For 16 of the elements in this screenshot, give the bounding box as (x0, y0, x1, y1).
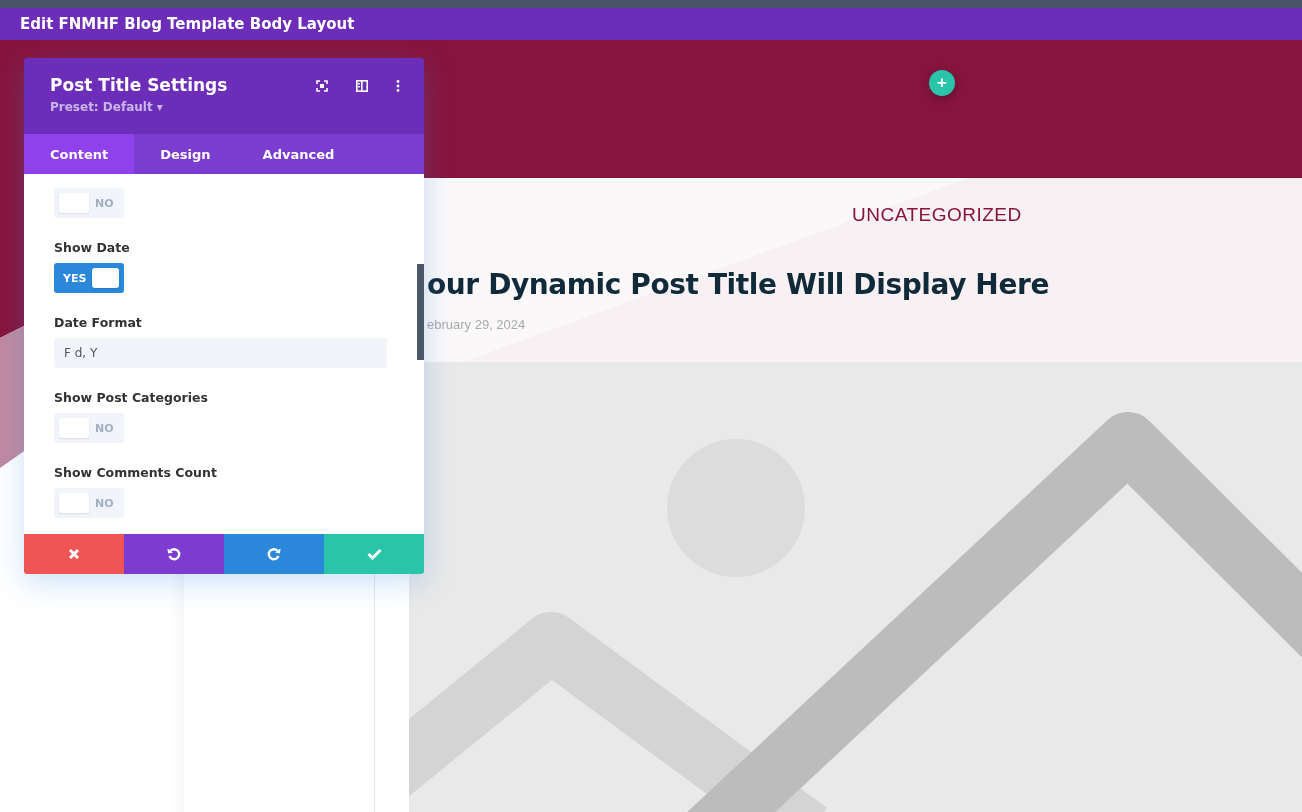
preset-dropdown[interactable]: Preset: Default ▾ (50, 100, 163, 114)
field-label: Show Date (54, 240, 130, 255)
post-category: UNCATEGORIZED (852, 204, 1022, 226)
panel-tab[interactable]: Advanced (236, 134, 361, 174)
panel-tab[interactable]: Design (134, 134, 237, 174)
post-title: our Dynamic Post Title Will Display Here (427, 268, 1049, 301)
field-label: Date Format (54, 315, 142, 330)
window-title: Edit FNMHF Blog Template Body Layout (20, 15, 355, 33)
post-date: ebruary 29, 2024 (427, 317, 526, 332)
panel-tab[interactable]: Content (24, 134, 135, 174)
field-label: Show Post Categories (54, 390, 208, 405)
toggle-switch[interactable]: YES (54, 263, 124, 293)
field-label: Show Comments Count (54, 465, 217, 480)
panel-title: Post Title Settings (50, 75, 228, 95)
add-section-button[interactable]: + (929, 70, 955, 96)
date-format-field[interactable]: F d, Y (54, 338, 387, 368)
